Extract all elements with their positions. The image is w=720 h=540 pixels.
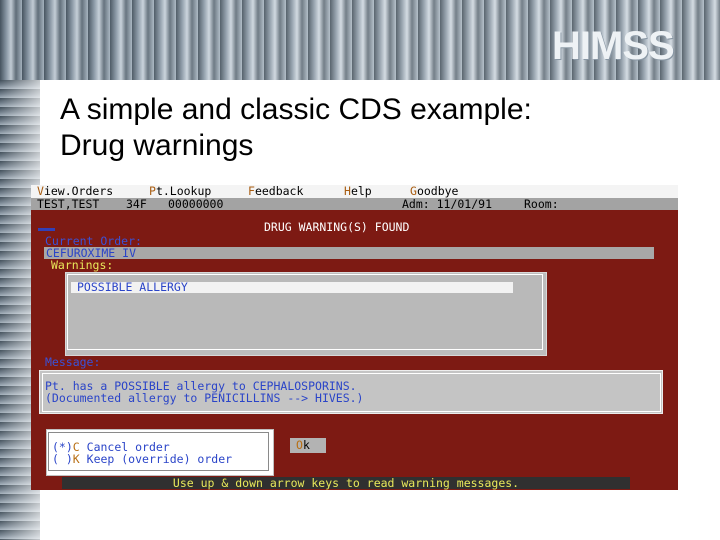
patient-info-bar: TEST,TEST 34F 00000000 Adm: 11/01/91 Roo… — [31, 198, 678, 210]
patient-name: TEST,TEST — [37, 197, 100, 211]
terminal-screen: View.Orders Pt.Lookup Feedback Help Good… — [31, 185, 678, 490]
menu-item-pt-lookup[interactable]: Pt.Lookup — [149, 185, 211, 197]
slide-title: A simple and classic CDS example: Drug w… — [60, 92, 660, 164]
drug-warning-banner: DRUG WARNING(S) FOUND — [264, 220, 410, 234]
option-keep-order[interactable]: ( )K Keep (override) order — [52, 453, 232, 465]
warning-item-selected[interactable]: POSSIBLE ALLERGY — [71, 281, 513, 293]
warnings-label: Warnings: — [51, 258, 114, 272]
menu-item-goodbye[interactable]: Goodbye — [410, 185, 458, 197]
window-marker — [38, 228, 55, 231]
menu-item-help[interactable]: Help — [344, 185, 372, 197]
slide-title-line-2: Drug warnings — [60, 129, 254, 162]
menu-item-view-orders[interactable]: View.Orders — [37, 185, 113, 197]
room-label: Room: — [524, 197, 559, 211]
current-order-field: CEFUROXIME IV — [44, 247, 654, 259]
message-line-2: (Documented allergy to PENICILLINS --> H… — [45, 391, 364, 405]
patient-id: 00000000 — [168, 197, 224, 211]
menu-item-feedback[interactable]: Feedback — [248, 185, 303, 197]
himss-logo: HIMSS — [552, 24, 675, 68]
admit-date: Adm: 11/01/91 — [402, 197, 493, 211]
message-label: Message: — [45, 355, 101, 369]
ok-button[interactable]: Ok — [290, 438, 326, 453]
patient-age-sex: 34F — [126, 197, 147, 211]
slide-title-line-1: A simple and classic CDS example: — [60, 93, 532, 126]
status-bar: Use up & down arrow keys to read warning… — [62, 477, 630, 489]
